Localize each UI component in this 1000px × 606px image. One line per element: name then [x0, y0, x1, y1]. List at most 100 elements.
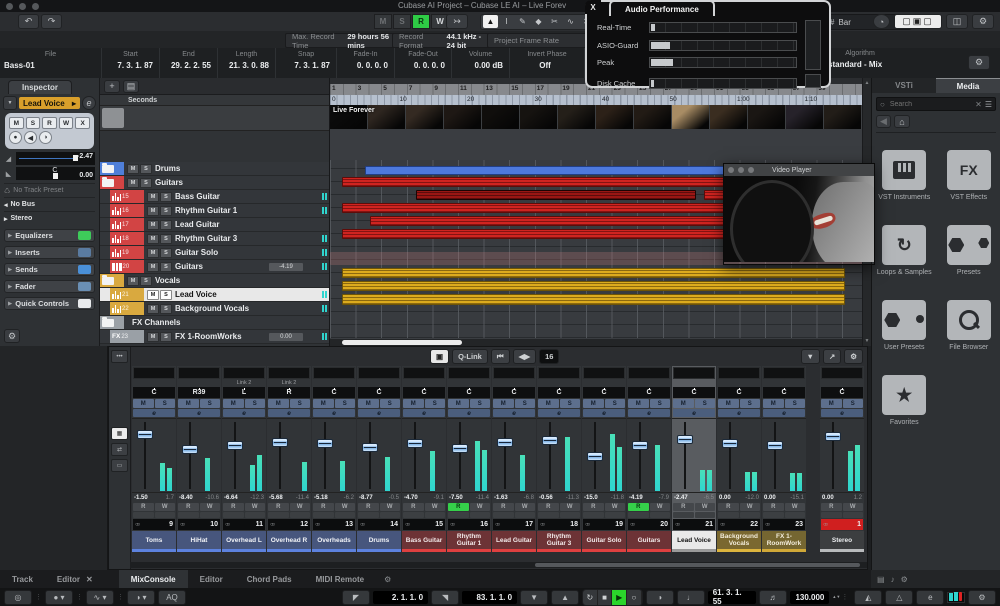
track-row-guitars[interactable]: MSGuitars [100, 176, 329, 190]
pan-control[interactable]: R39 [178, 387, 220, 398]
mixer-view-button-3[interactable]: ▭ [111, 459, 128, 472]
read-button[interactable]: R [403, 503, 424, 511]
insert-rack[interactable] [763, 367, 805, 379]
solo-button[interactable]: S [155, 399, 176, 408]
close-icon[interactable]: ✕ [86, 575, 93, 584]
track-row-drums[interactable]: MSDrums [100, 162, 329, 176]
gear-icon[interactable]: ⚙ [384, 575, 391, 584]
solo-button[interactable]: S [160, 220, 172, 230]
media-tile-user-presets[interactable]: User Presets [872, 292, 937, 367]
channel-name[interactable]: Guitars [627, 531, 671, 552]
window-minimize-icon[interactable] [19, 3, 26, 10]
fader-handle[interactable] [137, 430, 153, 439]
read-button[interactable]: R [718, 503, 739, 511]
inspector-button2-2[interactable]: ◑ [39, 131, 52, 144]
solo-button[interactable]: S [843, 399, 864, 408]
status-chip[interactable]: Record Format44.1 kHz - 24 bit [392, 33, 498, 48]
mute-button[interactable]: M [821, 399, 842, 408]
fader-section[interactable] [717, 418, 761, 493]
mute-button[interactable]: M [718, 399, 739, 408]
inspector-button-x[interactable]: X [75, 117, 90, 129]
info-column[interactable]: FileBass-01 [0, 48, 102, 78]
media-tile-vst-instruments[interactable]: VST Instruments [872, 142, 937, 217]
info-column[interactable]: Volume0.00 dB [452, 48, 510, 78]
pan-control[interactable]: C [133, 387, 175, 398]
mute-button[interactable]: M [448, 399, 469, 408]
fader-section[interactable] [627, 418, 671, 493]
channel-strip-hihat[interactable]: R39MSe-8.40-10.6RW○○10HiHat [177, 366, 221, 552]
edit-channel-button[interactable]: e [538, 409, 580, 417]
fold-tracks-icon[interactable]: ▼ [3, 96, 17, 110]
window-layout-buttons[interactable]: ▢▣▢ [894, 14, 942, 29]
read-button[interactable]: R [628, 503, 649, 511]
solo-button[interactable]: S [560, 399, 581, 408]
solo-button[interactable]: S [605, 399, 626, 408]
channel-name[interactable]: Bass Guitar [402, 531, 446, 552]
punch-out-icon[interactable]: ▲ [551, 590, 579, 605]
channel-strip-rhythm-guitar-3[interactable]: CMSe-0.56-11.3RW○○18Rhythm Guitar 3 [537, 366, 581, 552]
video-close-icon[interactable] [728, 167, 734, 173]
fader-section[interactable] [402, 418, 446, 493]
horizontal-scrollbar[interactable] [330, 339, 862, 346]
metronome-icon[interactable]: ◭ [854, 590, 882, 605]
track-row-bass-guitar[interactable]: 15MSBass Guitar [100, 190, 329, 204]
info-column[interactable]: Snap7. 3. 1. 87 [276, 48, 337, 78]
channel-name[interactable]: Rhythm Guitar 3 [537, 531, 581, 552]
audio-event-yellow[interactable] [342, 281, 845, 291]
insert-rack[interactable] [673, 367, 715, 379]
solo-button[interactable]: S [380, 399, 401, 408]
write-button[interactable]: W [740, 503, 761, 511]
read-button[interactable]: R [583, 503, 604, 511]
write-button[interactable]: W [785, 503, 806, 511]
gear-icon[interactable]: ⚙ [901, 575, 908, 584]
pan-control[interactable]: C [448, 387, 490, 398]
tempo-value[interactable]: 130.000 [790, 591, 829, 604]
mute-button[interactable]: M [133, 399, 154, 408]
channel-strip-lead-guitar[interactable]: CMSe-1.63-6.8RW○○17Lead Guitar [492, 366, 536, 552]
volume-slider[interactable]: -2.47 [16, 152, 95, 165]
tool-1-icon[interactable]: I [499, 15, 514, 28]
add-track-button[interactable]: + [104, 80, 120, 93]
pan-control[interactable]: C [628, 387, 670, 398]
edit-channel-button[interactable]: e [178, 409, 220, 417]
solo-button[interactable]: S [245, 399, 266, 408]
tab-editor[interactable]: Editor [188, 570, 235, 588]
solo-button[interactable]: S [140, 276, 152, 286]
fader-section[interactable] [132, 418, 176, 493]
status-chip[interactable]: Project Frame Rate [487, 33, 597, 48]
read-button[interactable]: R [313, 503, 334, 511]
channel-name[interactable]: Overheads [312, 531, 356, 552]
insert-rack[interactable] [493, 367, 535, 379]
channel-name[interactable]: Lead Voice [672, 531, 716, 552]
track-row-vocals[interactable]: MSVocals [100, 274, 329, 288]
channel-name[interactable]: Toms [132, 531, 176, 552]
pan-control[interactable]: C [583, 387, 625, 398]
insert-rack[interactable] [628, 367, 670, 379]
read-button[interactable]: R [493, 503, 514, 511]
insert-rack[interactable] [223, 367, 265, 379]
tab-chord-pads[interactable]: Chord Pads [235, 570, 304, 588]
media-tile-presets[interactable]: Presets [937, 217, 1000, 292]
read-button[interactable]: R [763, 503, 784, 511]
note-icon[interactable]: ♪ [891, 575, 895, 584]
info-column[interactable]: Fade-Out0. 0. 0. 0 [395, 48, 452, 78]
solo-button[interactable]: S [470, 399, 491, 408]
read-button[interactable]: R [223, 503, 244, 511]
track-row-guitar-solo[interactable]: 19MSGuitar Solo [100, 246, 329, 260]
play-button[interactable]: ▶ [612, 590, 627, 605]
mute-button[interactable]: M [673, 399, 694, 408]
video-track-thumbnails[interactable]: Live Forever [330, 105, 862, 129]
list-view-icon[interactable]: ☰ [985, 100, 992, 109]
fader-handle[interactable] [767, 441, 783, 450]
channel-strip-rhythm-guitar-1[interactable]: CMSe-7.50-11.4RW○○16Rhythm Guitar 1 [447, 366, 491, 552]
insert-rack[interactable] [583, 367, 625, 379]
solo-button[interactable]: S [785, 399, 806, 408]
mute-button[interactable]: M [147, 220, 159, 230]
insert-rack[interactable] [313, 367, 355, 379]
pan-control[interactable]: C [718, 387, 760, 398]
home-icon[interactable]: ⌂ [894, 115, 910, 128]
pan-control[interactable]: C [313, 387, 355, 398]
track-row-fx-1-roomworks[interactable]: FX23MSFX 1-RoomWorks0.00 [100, 330, 329, 344]
gear-icon[interactable]: ⚙ [844, 349, 863, 364]
mute-button[interactable]: M [127, 276, 139, 286]
